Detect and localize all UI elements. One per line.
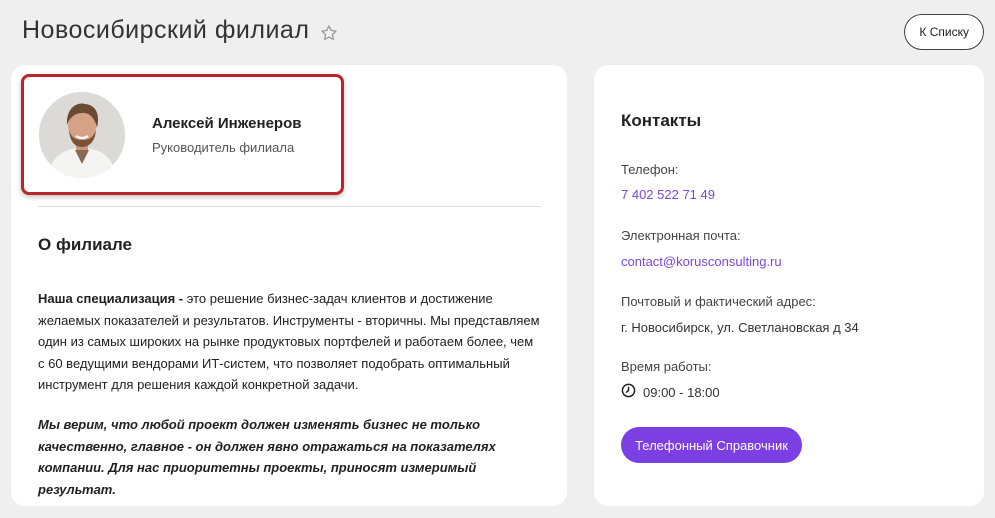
about-title: О филиале: [38, 235, 133, 254]
star-icon[interactable]: [319, 21, 339, 41]
about-paragraph-text: это решение бизнес-задач клиентов и дост…: [38, 291, 540, 392]
page-title-text: Новосибирский филиал: [22, 16, 310, 44]
about-mission-paragraph: Мы верим, что любой проект должен изменя…: [38, 417, 496, 497]
phone-link[interactable]: 7 402 522 71 49: [621, 187, 715, 202]
contacts-card: Контакты Телефон: 7 402 522 71 49 Электр…: [594, 65, 984, 506]
page-title: Новосибирский филиал: [22, 16, 339, 45]
avatar: [39, 91, 125, 178]
back-to-list-button[interactable]: К Списку: [904, 14, 984, 50]
email-label: Электронная почта:: [621, 228, 741, 243]
hours-label: Время работы:: [621, 359, 712, 374]
branch-info-card: Алексей Инженеров Руководитель филиала О…: [11, 65, 567, 506]
working-hours: 09:00 - 18:00: [621, 383, 720, 401]
address-label: Почтовый и фактический адрес:: [621, 294, 816, 309]
email-link[interactable]: contact@korusconsulting.ru: [621, 254, 782, 269]
contacts-title: Контакты: [621, 111, 702, 130]
about-paragraph-bold: Наша специализация -: [38, 291, 184, 306]
manager-role: Руководитель филиала: [152, 139, 295, 155]
clock-icon: [621, 383, 643, 401]
about-paragraph: Наша специализация - это решение бизнес-…: [38, 288, 543, 396]
manager-profile: Алексей Инженеров Руководитель филиала: [21, 74, 344, 195]
address-value: г. Новосибирск, ул. Светлановская д 34: [621, 320, 859, 335]
phonebook-button[interactable]: Телефонный Справочник: [621, 427, 802, 463]
phone-label: Телефон:: [621, 162, 679, 177]
profile-text: Алексей Инженеров Руководитель филиала: [152, 115, 301, 155]
manager-name: Алексей Инженеров: [152, 114, 302, 132]
hours-value: 09:00 - 18:00: [643, 384, 720, 400]
divider: [38, 206, 541, 207]
